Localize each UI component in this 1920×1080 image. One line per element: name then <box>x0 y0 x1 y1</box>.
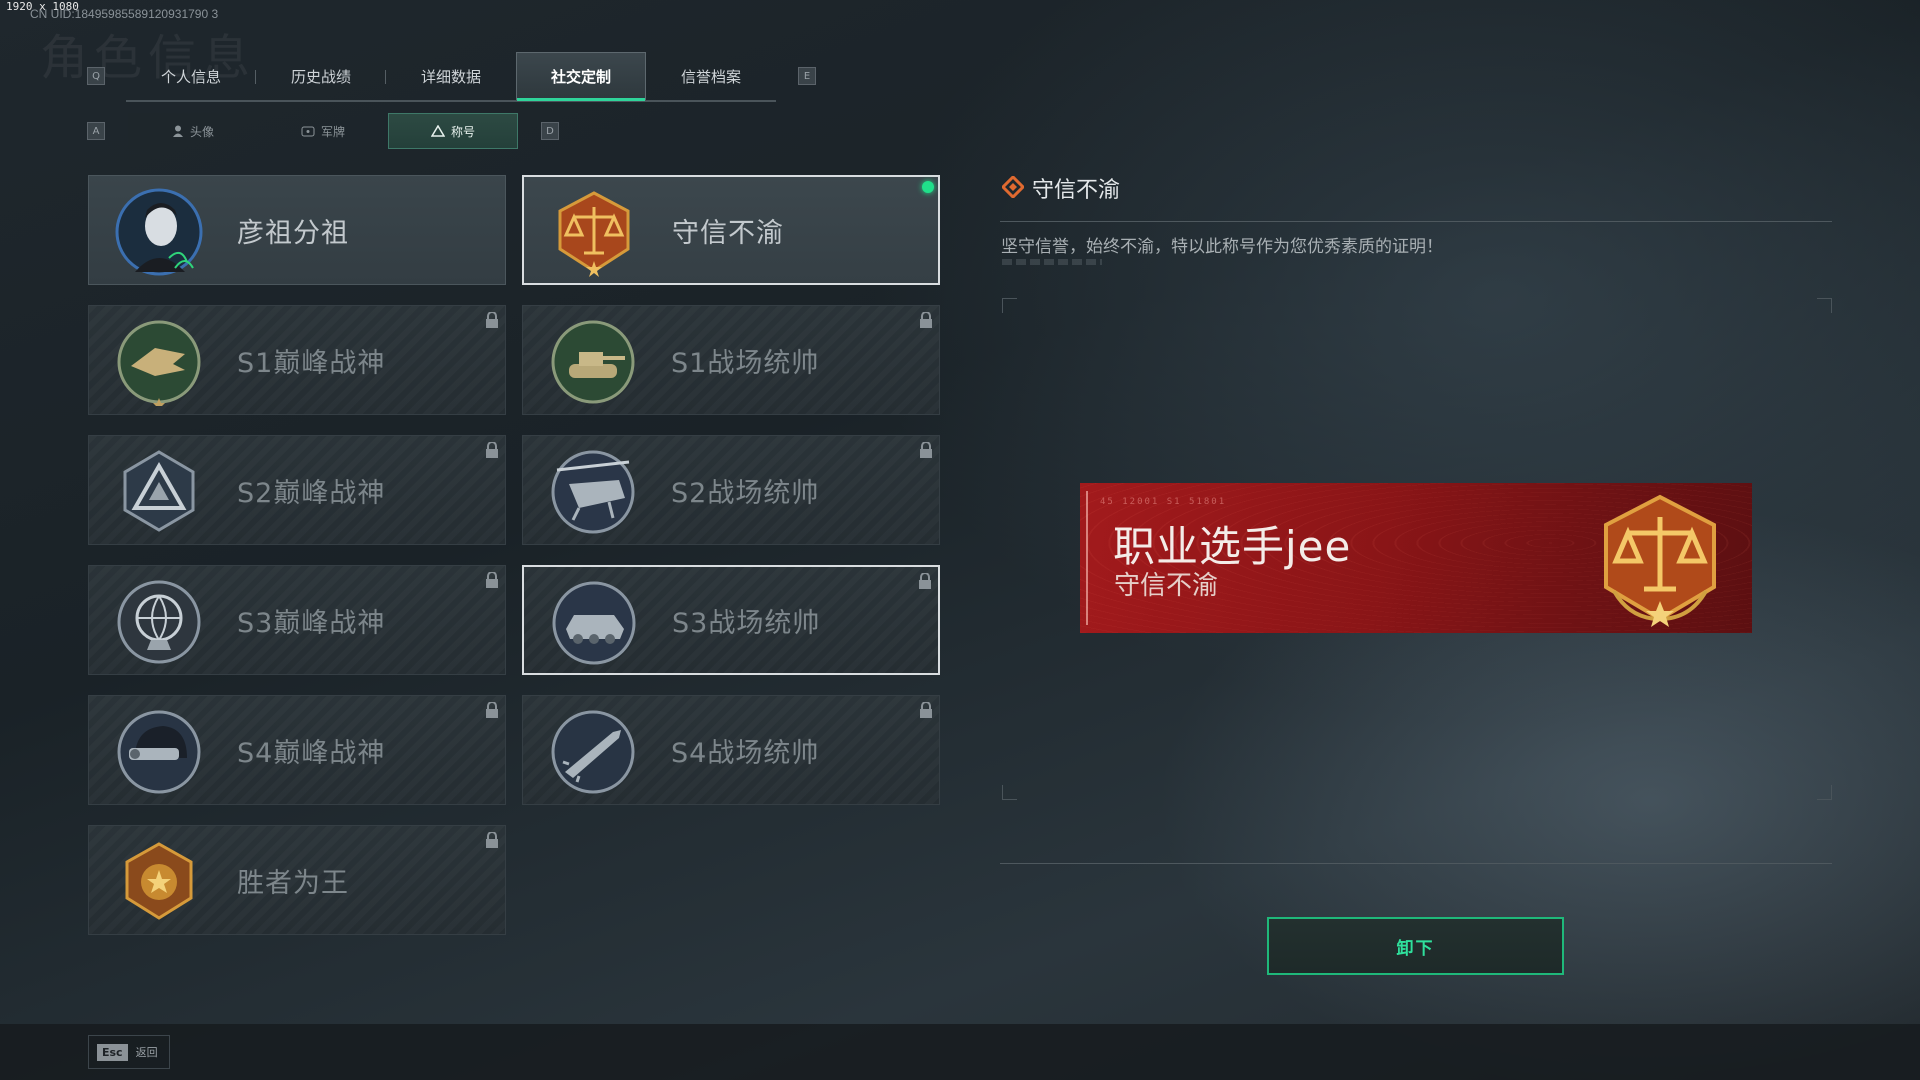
medal-emblem-icon <box>125 842 193 920</box>
portrait-emblem-icon <box>115 188 203 276</box>
frame-corner <box>1817 785 1832 800</box>
triangle-icon <box>430 125 445 137</box>
pyramid-emblem-icon <box>123 450 195 532</box>
title-card[interactable]: S1战场统帅 <box>522 305 940 415</box>
title-name: 胜者为王 <box>237 867 349 899</box>
tab-label: 信誉档案 <box>680 67 741 86</box>
equipped-indicator <box>922 181 934 193</box>
tab-personal-info[interactable]: 个人信息 <box>126 52 256 100</box>
globe-emblem-icon <box>117 580 201 664</box>
title-name: S3巅峰战神 <box>237 607 386 639</box>
apc-emblem-icon <box>552 581 636 665</box>
back-label: 返回 <box>135 1046 158 1059</box>
title-card[interactable]: S1巅峰战神 <box>88 305 506 415</box>
missile-emblem-icon <box>551 710 635 794</box>
tab-label: 历史战绩 <box>290 67 351 86</box>
title-name: S1巅峰战神 <box>237 347 386 379</box>
scales-emblem-icon <box>1604 494 1716 627</box>
title-name: S1战场统帅 <box>671 347 820 379</box>
person-icon <box>172 125 183 137</box>
lock-icon <box>486 702 498 718</box>
detail-title: 守信不渝 <box>1032 178 1121 203</box>
tab-credit-record[interactable]: 信誉档案 <box>646 52 776 100</box>
lock-icon <box>486 312 498 328</box>
frame-corner <box>1002 298 1017 313</box>
banner-title: 守信不渝 <box>1114 571 1219 601</box>
prev-tab-key[interactable]: Q <box>87 67 105 85</box>
subtab-avatar[interactable]: 头像 <box>128 113 258 149</box>
lock-icon <box>920 312 932 328</box>
title-card[interactable]: S3巅峰战神 <box>88 565 506 675</box>
main-tabs: 个人信息 历史战绩 详细数据 社交定制 信誉档案 <box>126 52 776 102</box>
tab-label: 详细数据 <box>420 67 481 86</box>
subtab-dogtag[interactable]: 军牌 <box>258 113 388 149</box>
lock-icon <box>486 442 498 458</box>
decorative-bar <box>1002 259 1102 265</box>
tank-emblem-icon <box>551 320 635 404</box>
title-preview-banner: 45 12001 S1 51801 职业选手jee 守信不渝 <box>1080 483 1752 633</box>
helmet-emblem-icon <box>117 710 201 794</box>
diamond-icon <box>1002 176 1024 198</box>
next-subtab-key[interactable]: D <box>541 122 559 140</box>
tab-history[interactable]: 历史战绩 <box>256 52 386 100</box>
next-tab-key[interactable]: E <box>798 67 816 85</box>
helicopter-emblem-icon <box>551 450 635 534</box>
lock-icon <box>486 832 498 848</box>
detail-description: 坚守信誉，始终不渝，特以此称号作为您优秀素质的证明！ <box>1001 237 1443 257</box>
back-button[interactable]: Esc 返回 <box>88 1035 170 1069</box>
tab-social-custom[interactable]: 社交定制 <box>516 52 646 101</box>
tag-icon <box>301 126 315 137</box>
divider <box>1000 863 1832 864</box>
tab-label: 社交定制 <box>550 67 611 86</box>
subtab-title[interactable]: 称号 <box>388 113 518 149</box>
footer-bar <box>0 1024 1920 1080</box>
title-card[interactable]: S4巅峰战神 <box>88 695 506 805</box>
lock-icon <box>920 442 932 458</box>
title-card-equipped[interactable]: 守信不渝 <box>522 175 940 285</box>
subtab-label: 军牌 <box>320 124 345 139</box>
lock-icon <box>920 702 932 718</box>
tab-label: 个人信息 <box>160 67 221 86</box>
divider <box>1000 221 1832 222</box>
crocodile-emblem-icon <box>117 320 201 406</box>
title-card[interactable]: 胜者为王 <box>88 825 506 935</box>
title-name: S2战场统帅 <box>671 477 820 509</box>
subtab-label: 称号 <box>450 124 475 139</box>
scales-emblem-icon <box>558 191 630 277</box>
title-card[interactable]: S2巅峰战神 <box>88 435 506 545</box>
title-name: S3战场统帅 <box>672 607 821 639</box>
banner-bracket <box>1086 491 1098 625</box>
subtab-label: 头像 <box>189 124 214 139</box>
title-card[interactable]: S4战场统帅 <box>522 695 940 805</box>
title-card[interactable]: S2战场统帅 <box>522 435 940 545</box>
sub-tabs: 头像 军牌 称号 <box>128 113 518 149</box>
banner-code: 45 12001 S1 51801 <box>1100 497 1227 507</box>
unequip-button[interactable]: 卸下 <box>1267 917 1564 975</box>
title-card-focused[interactable]: S3战场统帅 <box>522 565 940 675</box>
esc-key: Esc <box>97 1043 128 1061</box>
title-name: S2巅峰战神 <box>237 477 386 509</box>
title-card[interactable]: 彦祖分祖 <box>88 175 506 285</box>
frame-corner <box>1817 298 1832 313</box>
tab-details[interactable]: 详细数据 <box>386 52 516 100</box>
title-name: S4战场统帅 <box>671 737 820 769</box>
lock-icon <box>919 573 931 589</box>
frame-corner <box>1002 785 1017 800</box>
title-name: 彦祖分祖 <box>237 217 349 249</box>
prev-subtab-key[interactable]: A <box>87 122 105 140</box>
title-name: 守信不渝 <box>672 217 784 249</box>
title-name: S4巅峰战神 <box>237 737 386 769</box>
lock-icon <box>486 572 498 588</box>
